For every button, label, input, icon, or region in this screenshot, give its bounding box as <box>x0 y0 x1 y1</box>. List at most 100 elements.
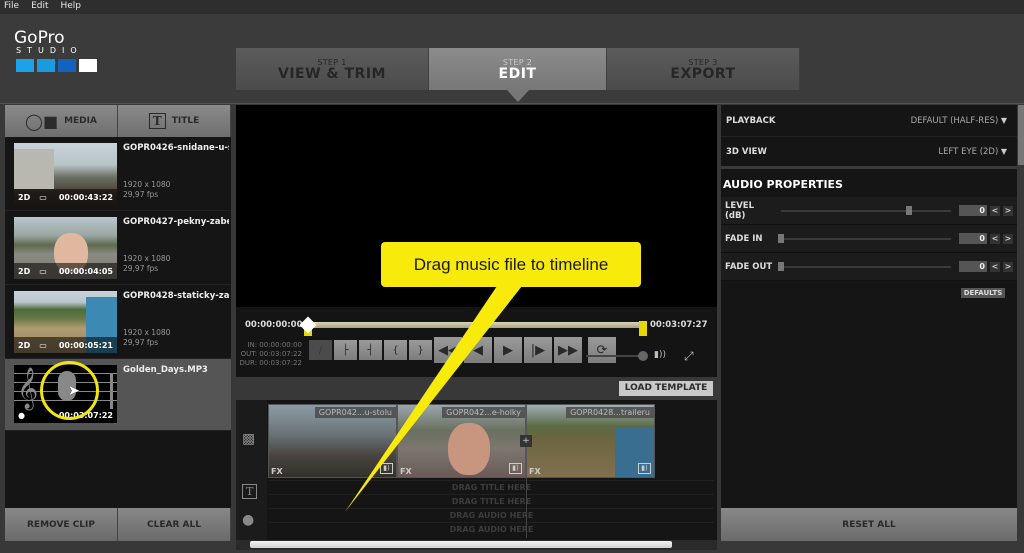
mark-out-button[interactable]: ┤ <box>359 340 382 360</box>
step-tabs: STEP 1 VIEW & TRIM STEP 2 EDIT STEP 3 EX… <box>236 48 800 90</box>
fade-out-increase-button[interactable]: > <box>1003 261 1013 272</box>
import-media-button[interactable]: ◯■ MEDIA <box>5 105 118 137</box>
play-button[interactable]: ▶ <box>494 337 522 363</box>
audio-drop-zone[interactable]: DRAG AUDIO HERE <box>269 508 714 521</box>
clip-info: GOPR0427-pekny-zaber... 1920 x 1080 29,9… <box>117 217 229 284</box>
razor-button[interactable]: ∕ <box>309 340 332 360</box>
fade-out-slider[interactable] <box>778 261 951 271</box>
fade-out-decrease-button[interactable]: < <box>990 261 1000 272</box>
bracket-left-icon: { <box>392 344 399 356</box>
treble-clef-icon: 𝄞 <box>17 368 39 409</box>
video-icon: ▭ <box>39 192 47 202</box>
timeline-clip-title: GOPR0428...traileru <box>566 407 654 418</box>
playback-dropdown[interactable]: DEFAULT (HALF-RES) <box>911 116 1007 126</box>
clip-thumbnail: 2D ▭ 00:00:04:05 <box>14 217 117 279</box>
clip-thumbnail: 2D ▭ 00:00:05:21 <box>14 291 117 353</box>
in-time: IN: 00:00:00:00 <box>247 341 302 349</box>
tab-edit[interactable]: STEP 2 EDIT <box>429 48 607 90</box>
fade-out-input[interactable]: 0 <box>959 261 987 272</box>
logo-squares <box>14 59 104 72</box>
level-knob[interactable] <box>905 205 912 215</box>
fullscreen-icon[interactable]: ⤢ <box>684 349 694 364</box>
fx-label[interactable]: FX <box>400 467 412 476</box>
fade-in-input[interactable]: 0 <box>959 233 987 244</box>
fx-label[interactable]: FX <box>529 467 541 476</box>
speaker-icon[interactable]: ▮)) <box>654 350 666 360</box>
fade-out-knob[interactable] <box>778 261 784 271</box>
properties-scrollbar[interactable] <box>1018 105 1024 165</box>
clip-thumbnail: 2D ▭ 00:00:43:22 <box>14 143 117 205</box>
timeline-clip[interactable]: GOPR042...u-stolu FX ▮) <box>268 404 397 478</box>
logo-square <box>79 59 97 72</box>
audio-toggle-icon[interactable]: ▮) <box>638 463 651 474</box>
fx-label[interactable]: FX <box>271 467 283 476</box>
go-to-in-button[interactable]: { <box>384 340 407 360</box>
media-clip-item[interactable]: 2D ▭ 00:00:05:21 GOPR0428-staticky-zab..… <box>5 285 231 359</box>
fade-in-increase-button[interactable]: > <box>1003 233 1013 244</box>
menu-help[interactable]: Help <box>61 0 82 14</box>
timeline-clip-title: GOPR042...u-stolu <box>314 407 396 418</box>
mark-in-button[interactable]: ├ <box>334 340 357 360</box>
end-timecode: 00:03:07:27 <box>650 320 708 330</box>
playback-label: PLAYBACK <box>726 115 776 126</box>
loop-button[interactable]: ⟳ <box>588 337 616 363</box>
scrub-bar[interactable] <box>308 322 643 328</box>
thumbnail-meta: 2D ▭ 00:00:43:22 <box>14 189 117 205</box>
audio-drop-zone[interactable]: DRAG AUDIO HERE <box>269 522 714 535</box>
callout-tooltip: Drag music file to timeline <box>381 242 641 287</box>
audio-level-row: LEVEL (dB) 0 < > <box>721 197 1017 225</box>
title-drop-zone[interactable]: DRAG TITLE HERE <box>269 494 714 507</box>
tab-export[interactable]: STEP 3 EXPORT <box>607 48 800 90</box>
timeline-scroll-thumb[interactable] <box>250 541 672 548</box>
go-to-out-button[interactable]: } <box>409 340 432 360</box>
fast-forward-icon: ▶▶ <box>558 342 578 358</box>
level-decrease-button[interactable]: < <box>990 205 1000 216</box>
media-clip-item-audio[interactable]: 𝄞 ● 00:03:07:22 Golden_Days.MP3 <box>5 359 231 431</box>
fade-in-knob[interactable] <box>778 233 784 243</box>
level-label: LEVEL (dB) <box>725 200 755 221</box>
clear-all-button[interactable]: CLEAR ALL <box>118 508 231 541</box>
view3d-row: 3D VIEW LEFT EYE (2D) <box>721 137 1017 169</box>
menu-file[interactable]: File <box>4 0 19 14</box>
clip-mode: 2D <box>18 192 31 202</box>
title-add-icon: T <box>148 113 166 129</box>
timeline-clip[interactable]: GOPR0428...traileru FX ▮) <box>526 404 655 478</box>
level-input[interactable]: 0 <box>959 205 987 216</box>
audio-track-icon: ● <box>242 512 255 528</box>
audio-toggle-icon[interactable]: ▮) <box>380 463 393 474</box>
video-icon: ▭ <box>39 340 47 350</box>
load-template-button[interactable]: LOAD TEMPLATE <box>619 381 713 396</box>
step-label: VIEW & TRIM <box>278 66 386 82</box>
level-increase-button[interactable]: > <box>1003 205 1013 216</box>
tab-view-trim[interactable]: STEP 1 VIEW & TRIM <box>236 48 429 90</box>
step-forward-button[interactable]: |▶ <box>524 337 552 363</box>
timeline-clip[interactable]: GOPR042...e-holky FX ▮) <box>397 404 526 478</box>
remove-clip-button[interactable]: REMOVE CLIP <box>5 508 118 541</box>
fast-forward-button[interactable]: ▶▶ <box>554 337 582 363</box>
level-slider[interactable] <box>781 205 951 215</box>
fade-in-decrease-button[interactable]: < <box>990 233 1000 244</box>
rewind-button[interactable]: ◀◀ <box>434 337 462 363</box>
audio-toggle-icon[interactable]: ▮) <box>509 463 522 474</box>
playback-row: PLAYBACK DEFAULT (HALF-RES) <box>721 105 1017 137</box>
step-back-button[interactable]: ◀ <box>464 337 492 363</box>
out-marker[interactable] <box>639 321 647 336</box>
add-title-button[interactable]: T TITLE <box>118 105 231 137</box>
timeline-scrollbar[interactable] <box>236 540 717 550</box>
add-title-label: TITLE <box>171 116 200 126</box>
media-clip-item[interactable]: 2D ▭ 00:00:43:22 GOPR0426-snidane-u-st..… <box>5 137 231 211</box>
audio-icon: ● <box>18 410 25 420</box>
media-clip-item[interactable]: 2D ▭ 00:00:04:05 GOPR0427-pekny-zaber...… <box>5 211 231 285</box>
fade-in-slider[interactable] <box>778 233 951 243</box>
thumbnail-trailer <box>14 149 54 189</box>
view3d-dropdown[interactable]: LEFT EYE (2D) <box>938 147 1007 157</box>
defaults-button[interactable]: DEFAULTS <box>961 288 1005 298</box>
volume-slider[interactable] <box>586 355 646 357</box>
title-drop-zone[interactable]: DRAG TITLE HERE <box>269 480 714 493</box>
clip-name: GOPR0427-pekny-zaber... <box>123 217 229 227</box>
thumbnail-meta: 2D ▭ 00:00:05:21 <box>14 337 117 353</box>
menu-edit[interactable]: Edit <box>31 0 48 14</box>
transition-icon[interactable]: + <box>520 435 532 447</box>
reset-all-button[interactable]: RESET ALL <box>721 508 1017 541</box>
volume-knob[interactable] <box>638 351 648 361</box>
